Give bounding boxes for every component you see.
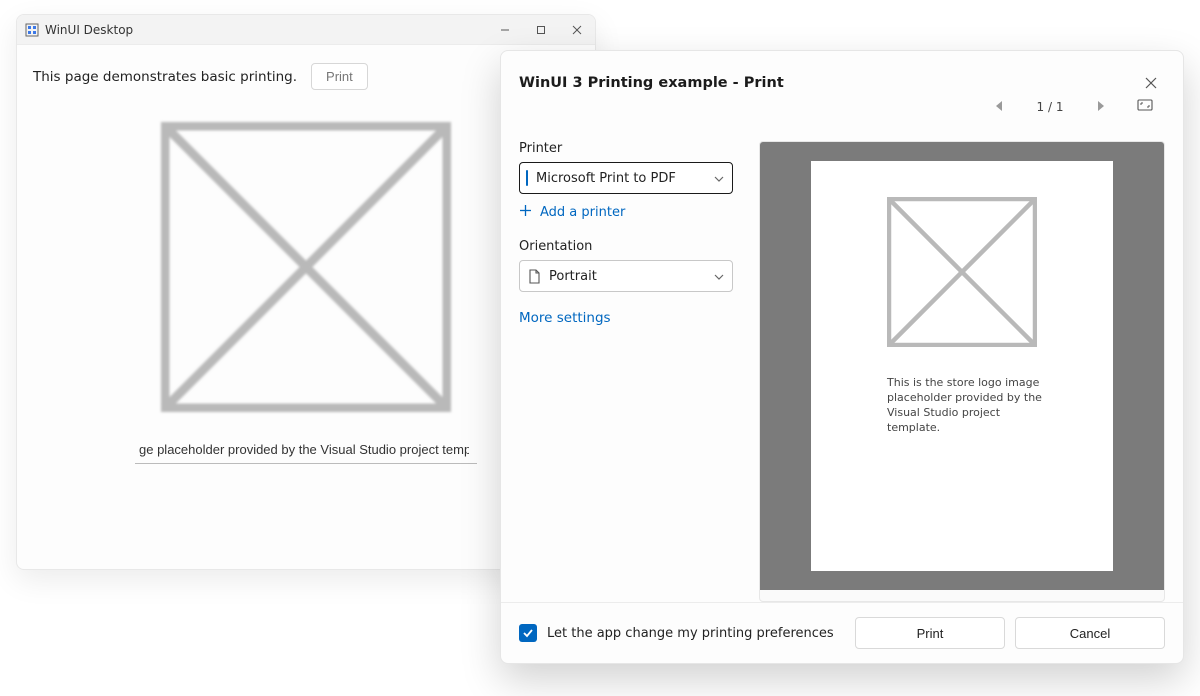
add-printer-link[interactable]: Add a printer	[519, 204, 739, 221]
preview-nav: 1 / 1	[973, 99, 1183, 116]
printer-selected-value: Microsoft Print to PDF	[536, 171, 676, 186]
preview-caption: This is the store logo image placeholder…	[887, 376, 1047, 435]
plus-icon	[519, 204, 532, 221]
preview-page: This is the store logo image placeholder…	[811, 161, 1113, 571]
minimize-button[interactable]	[487, 15, 523, 45]
add-printer-label: Add a printer	[540, 205, 625, 220]
print-preview: This is the store logo image placeholder…	[759, 141, 1165, 602]
titlebar-title: WinUI Desktop	[45, 23, 487, 37]
orientation-selected-value: Portrait	[549, 269, 597, 284]
caption-input[interactable]	[135, 436, 477, 464]
settings-panel: Printer Microsoft Print to PDF Add a pri…	[519, 141, 739, 602]
fit-page-button[interactable]	[1137, 99, 1153, 114]
print-dialog: WinUI 3 Printing example - Print 1 / 1 P…	[500, 50, 1184, 664]
orientation-combobox[interactable]: Portrait	[519, 260, 733, 292]
next-page-button[interactable]	[1093, 100, 1109, 114]
page-indicator: 1 / 1	[1035, 100, 1065, 114]
printer-label: Printer	[519, 141, 739, 156]
titlebar[interactable]: WinUI Desktop	[17, 15, 595, 45]
dialog-title: WinUI 3 Printing example - Print	[519, 75, 1137, 91]
print-button[interactable]: Print	[311, 63, 368, 90]
preview-placeholder-image	[887, 197, 1037, 350]
dialog-cancel-button[interactable]: Cancel	[1015, 617, 1165, 649]
maximize-button[interactable]	[523, 15, 559, 45]
more-settings-link[interactable]: More settings	[519, 310, 739, 326]
app-icon	[25, 23, 39, 37]
window-controls	[487, 15, 595, 45]
chevron-down-icon	[714, 172, 724, 185]
chevron-down-icon	[714, 270, 724, 283]
portrait-icon	[528, 269, 541, 284]
dialog-footer: Let the app change my printing preferenc…	[501, 602, 1183, 663]
printer-combobox[interactable]: Microsoft Print to PDF	[519, 162, 733, 194]
let-app-change-label: Let the app change my printing preferenc…	[547, 626, 834, 641]
placeholder-image	[161, 122, 451, 416]
page-description: This page demonstrates basic printing.	[33, 69, 297, 85]
dialog-print-button[interactable]: Print	[855, 617, 1005, 649]
let-app-change-checkbox[interactable]	[519, 624, 537, 642]
dialog-close-button[interactable]	[1137, 69, 1165, 97]
prev-page-button[interactable]	[991, 100, 1007, 114]
orientation-label: Orientation	[519, 239, 739, 254]
close-button[interactable]	[559, 15, 595, 45]
